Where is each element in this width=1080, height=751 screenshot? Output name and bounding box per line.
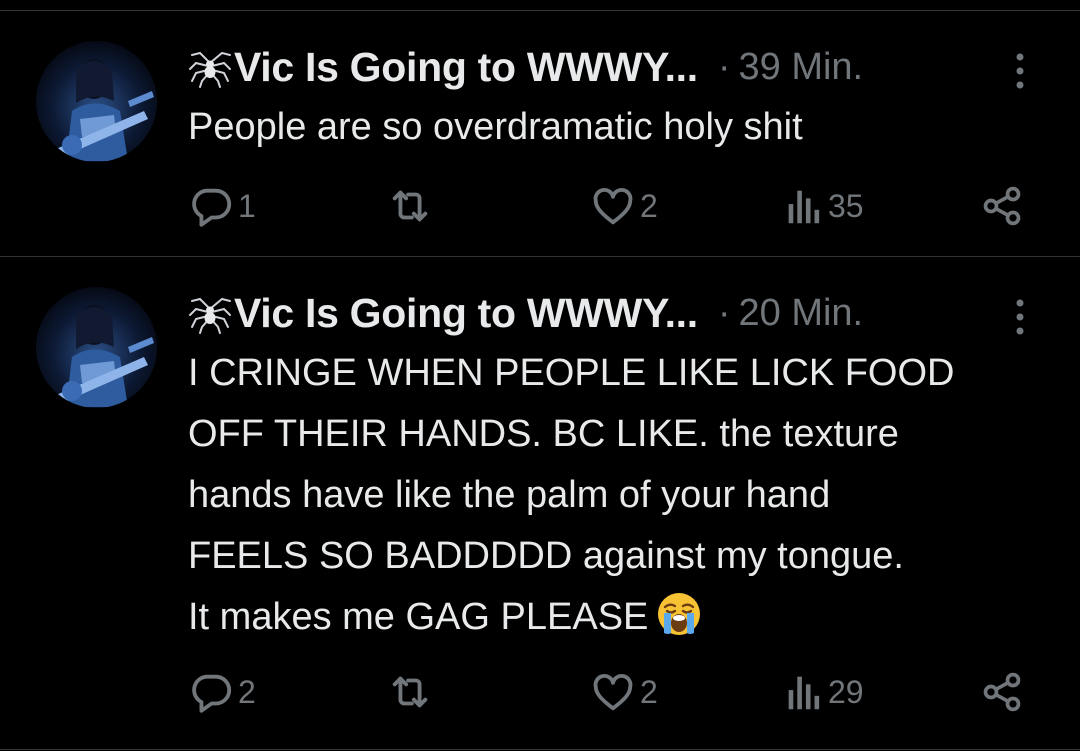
timestamp[interactable]: 20 Min. bbox=[739, 292, 864, 335]
tweet-actions: 2 2 29 bbox=[0, 667, 1080, 717]
views-button[interactable]: 29 bbox=[784, 667, 864, 717]
more-options-icon[interactable] bbox=[1004, 49, 1036, 93]
display-name[interactable]: Vic Is Going to WWWY... bbox=[234, 290, 698, 337]
tweet-text-line: It makes me GAG PLEASE bbox=[188, 596, 649, 638]
reply-button[interactable]: 1 bbox=[188, 181, 256, 231]
tweet-text-line: People are so overdramatic holy shit bbox=[188, 106, 803, 148]
views-icon bbox=[788, 190, 820, 224]
share-icon bbox=[983, 672, 1021, 712]
tweet[interactable]: Vic Is Going to WWWY... · 39 Min. People… bbox=[0, 10, 1080, 257]
avatar[interactable] bbox=[36, 41, 157, 162]
tweet-actions: 1 2 35 bbox=[0, 181, 1080, 231]
share-button[interactable] bbox=[980, 181, 1024, 231]
tweet-text: I CRINGE WHEN PEOPLE LIKE LICK FOOD OFF … bbox=[188, 343, 1058, 648]
reply-count: 1 bbox=[238, 187, 256, 224]
tweet-text-line: OFF THEIR HANDS. BC LIKE. the texture bbox=[188, 413, 899, 455]
share-icon bbox=[983, 186, 1021, 226]
tweet-header: Vic Is Going to WWWY... · 20 Min. bbox=[188, 285, 863, 341]
avatar[interactable] bbox=[36, 287, 157, 408]
display-name[interactable]: Vic Is Going to WWWY... bbox=[234, 44, 698, 91]
header-separator: · bbox=[717, 45, 731, 88]
retweet-icon bbox=[392, 190, 428, 222]
like-button[interactable]: 2 bbox=[590, 667, 658, 717]
reply-icon bbox=[192, 674, 232, 713]
views-icon bbox=[788, 676, 820, 710]
retweet-button[interactable] bbox=[386, 667, 438, 717]
spider-icon bbox=[189, 297, 231, 334]
heart-icon bbox=[593, 673, 633, 711]
tweet-text-line: I CRINGE WHEN PEOPLE LIKE LICK FOOD bbox=[188, 352, 955, 394]
like-count: 2 bbox=[640, 187, 658, 224]
tweet-text-line-last: It makes me GAG PLEASE bbox=[188, 587, 1058, 648]
header-separator: · bbox=[717, 291, 731, 334]
retweet-icon bbox=[392, 676, 428, 708]
reply-button[interactable]: 2 bbox=[188, 667, 256, 717]
tweet[interactable]: Vic Is Going to WWWY... · 20 Min. I CRIN… bbox=[0, 256, 1080, 751]
retweet-button[interactable] bbox=[386, 181, 438, 231]
tweet-text-line: FEELS SO BADDDDD against my tongue. bbox=[188, 535, 904, 577]
more-options-icon[interactable] bbox=[1004, 295, 1036, 339]
like-count: 2 bbox=[640, 673, 658, 710]
feed-divider bbox=[0, 749, 1080, 750]
spider-icon bbox=[189, 51, 231, 88]
timestamp[interactable]: 39 Min. bbox=[739, 46, 864, 89]
reply-icon bbox=[192, 188, 232, 227]
like-button[interactable]: 2 bbox=[590, 181, 658, 231]
heart-icon bbox=[593, 187, 633, 225]
tweet-text: People are so overdramatic holy shit bbox=[188, 97, 1058, 158]
views-button[interactable]: 35 bbox=[784, 181, 864, 231]
loudly-crying-face-icon bbox=[658, 593, 701, 635]
tweet-header: Vic Is Going to WWWY... · 39 Min. bbox=[188, 39, 863, 95]
reply-count: 2 bbox=[238, 673, 256, 710]
tweet-feed: Vic Is Going to WWWY... · 39 Min. People… bbox=[0, 0, 1080, 751]
share-button[interactable] bbox=[980, 667, 1024, 717]
views-count: 35 bbox=[828, 187, 864, 224]
views-count: 29 bbox=[828, 673, 864, 710]
tweet-text-line: hands have like the palm of your hand bbox=[188, 474, 831, 516]
